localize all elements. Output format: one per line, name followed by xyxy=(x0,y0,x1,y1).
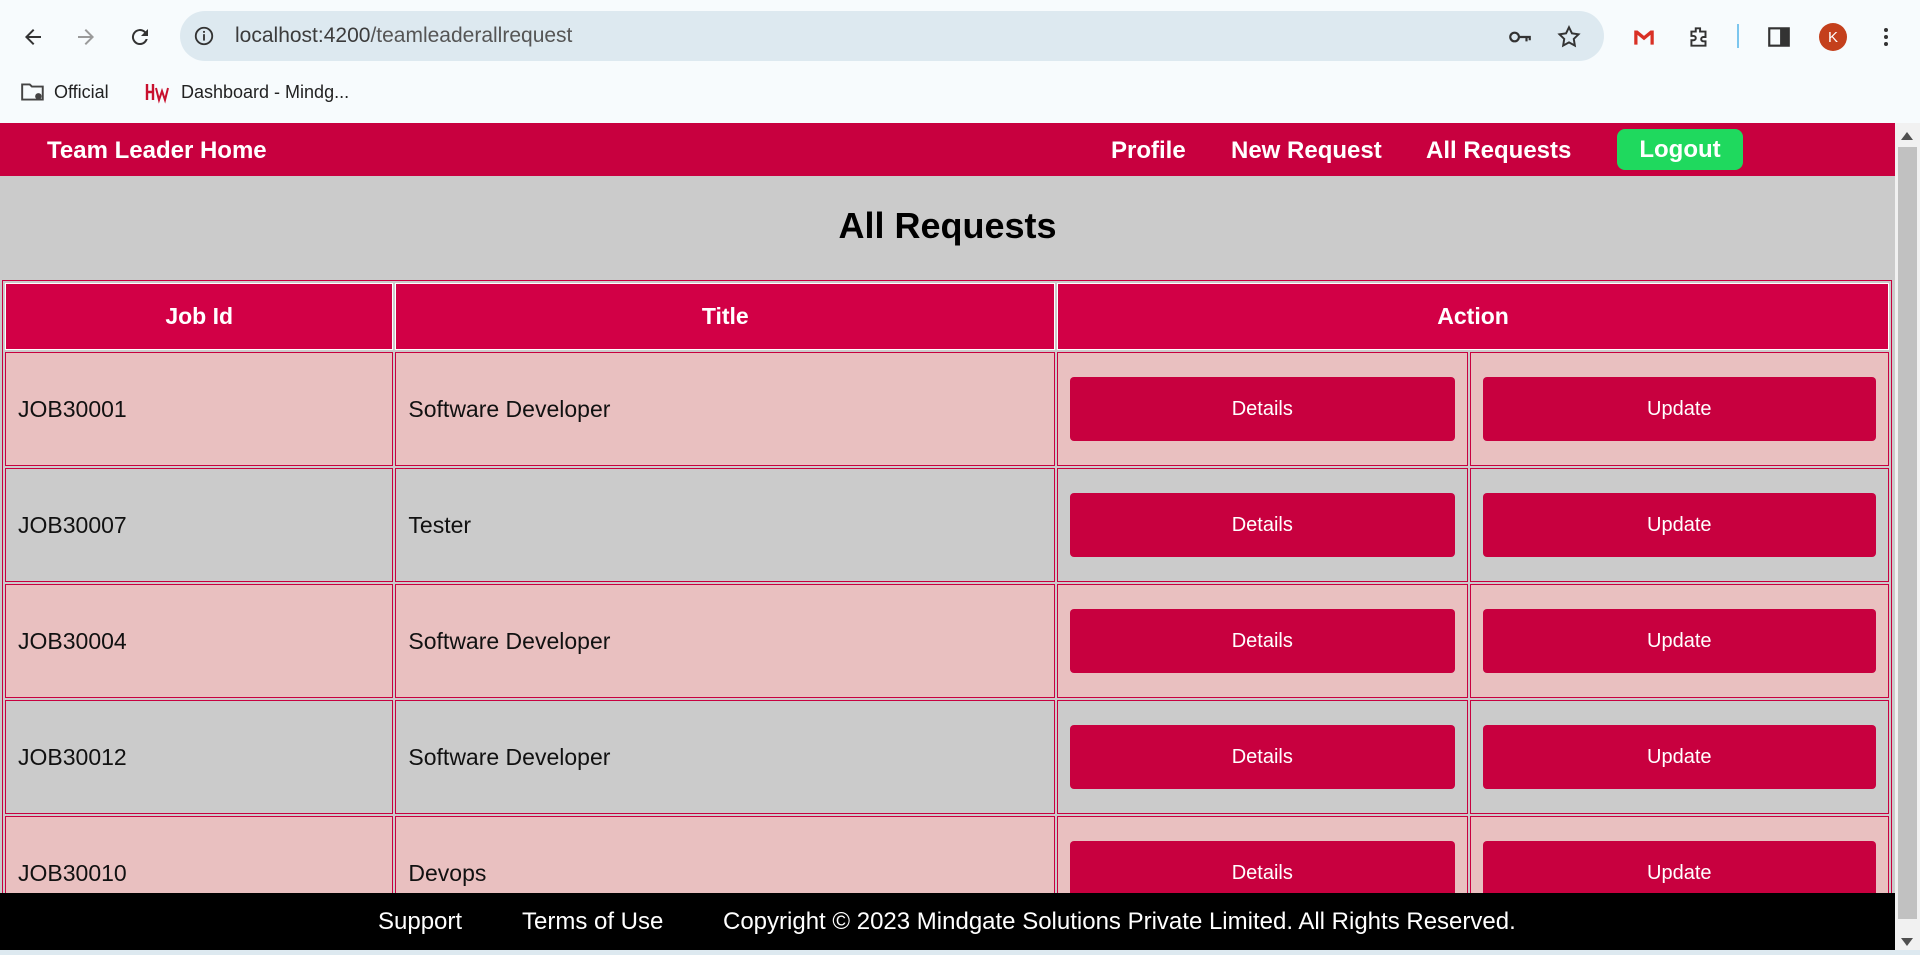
footer-terms-link[interactable]: Terms of Use xyxy=(522,908,663,936)
details-button[interactable]: Details xyxy=(1070,493,1455,557)
reload-icon xyxy=(131,29,148,46)
table-header-row: Job Id Title Action xyxy=(5,283,1889,350)
update-button[interactable]: Update xyxy=(1482,725,1876,789)
url-text[interactable]: localhost:4200/teamleaderallrequest xyxy=(235,24,572,48)
url-path: /teamleaderallrequest xyxy=(370,24,573,47)
logout-button[interactable]: Logout xyxy=(1617,129,1743,170)
details-button[interactable]: Details xyxy=(1070,725,1455,789)
browser-chrome: localhost:4200/teamleaderallrequest K Of… xyxy=(0,0,1920,123)
profile-avatar[interactable]: K xyxy=(1819,23,1847,51)
requests-table: Job Id Title Action JOB30001 Software De… xyxy=(2,280,1892,933)
header-action: Action xyxy=(1057,283,1889,350)
bookmark-official[interactable]: Official xyxy=(20,78,109,106)
update-button[interactable]: Update xyxy=(1482,493,1876,557)
update-button[interactable]: Update xyxy=(1482,609,1876,673)
window-bottom-edge xyxy=(0,950,1920,955)
header-job-id: Job Id xyxy=(5,283,394,350)
job-id-cell: JOB30004 xyxy=(5,584,394,698)
footer-support-link[interactable]: Support xyxy=(378,908,462,936)
toolbar-divider xyxy=(1737,24,1739,48)
details-button[interactable]: Details xyxy=(1070,609,1455,673)
back-arrow-icon xyxy=(25,29,41,45)
page-title: All Requests xyxy=(838,205,1057,246)
nav-link-new-request[interactable]: New Request xyxy=(1231,137,1382,165)
forward-arrow-icon xyxy=(78,29,94,45)
scroll-up-arrow-icon[interactable] xyxy=(1901,132,1913,140)
details-cell: Details xyxy=(1057,352,1468,466)
page-scrollbar[interactable] xyxy=(1895,123,1920,955)
folder-gear-icon xyxy=(21,83,44,101)
update-button[interactable]: Update xyxy=(1482,377,1876,441)
table-row: JOB30012 Software Developer Details Upda… xyxy=(5,700,1889,814)
brand-home-link[interactable]: Team Leader Home xyxy=(47,137,267,165)
update-cell: Update xyxy=(1469,352,1889,466)
update-cell: Update xyxy=(1469,468,1889,582)
page-footer: Support Terms of Use Copyright © 2023 Mi… xyxy=(0,893,1895,950)
back-button[interactable] xyxy=(15,19,51,55)
title-cell: Tester xyxy=(395,468,1056,582)
bookmark-label: Dashboard - Mindg... xyxy=(181,81,350,102)
header-title: Title xyxy=(395,283,1056,350)
title-cell: Software Developer xyxy=(395,352,1056,466)
nav-link-profile[interactable]: Profile xyxy=(1111,137,1186,165)
address-bar[interactable]: localhost:4200/teamleaderallrequest xyxy=(180,11,1604,61)
forward-button[interactable] xyxy=(68,19,104,55)
update-cell: Update xyxy=(1469,700,1889,814)
top-navbar: Team Leader Home Profile New Request All… xyxy=(0,123,1895,176)
details-button[interactable]: Details xyxy=(1070,377,1455,441)
title-cell: Software Developer xyxy=(395,700,1056,814)
extensions-puzzle-icon[interactable] xyxy=(1681,19,1717,55)
bookmark-dashboard[interactable]: Dashboard - Mindg... xyxy=(145,78,349,106)
job-id-cell: JOB30001 xyxy=(5,352,394,466)
side-panel-icon[interactable] xyxy=(1761,19,1797,55)
table-row: JOB30001 Software Developer Details Upda… xyxy=(5,352,1889,466)
hw-logo-icon xyxy=(145,84,169,104)
scroll-down-arrow-icon[interactable] xyxy=(1901,938,1913,946)
details-cell: Details xyxy=(1057,700,1468,814)
title-cell: Software Developer xyxy=(395,584,1056,698)
footer-copyright: Copyright © 2023 Mindgate Solutions Priv… xyxy=(723,908,1516,935)
job-id-cell: JOB30012 xyxy=(5,700,394,814)
bookmark-star-icon[interactable] xyxy=(1556,24,1582,50)
gmail-icon[interactable] xyxy=(1626,19,1662,55)
site-info-icon[interactable] xyxy=(192,24,216,48)
browser-menu-icon[interactable] xyxy=(1868,19,1904,55)
avatar-letter: K xyxy=(1827,28,1838,46)
app-page: Team Leader Home Profile New Request All… xyxy=(0,123,1895,955)
reload-button[interactable] xyxy=(122,19,158,55)
update-cell: Update xyxy=(1469,584,1889,698)
url-host: localhost:4200 xyxy=(235,24,371,47)
table-row: JOB30004 Software Developer Details Upda… xyxy=(5,584,1889,698)
bookmark-label: Official xyxy=(54,81,109,102)
nav-link-all-requests[interactable]: All Requests xyxy=(1426,137,1571,165)
scrollbar-thumb[interactable] xyxy=(1898,147,1917,919)
table-row: JOB30007 Tester Details Update xyxy=(5,468,1889,582)
details-cell: Details xyxy=(1057,468,1468,582)
job-id-cell: JOB30007 xyxy=(5,468,394,582)
details-cell: Details xyxy=(1057,584,1468,698)
password-key-icon[interactable] xyxy=(1507,24,1533,50)
